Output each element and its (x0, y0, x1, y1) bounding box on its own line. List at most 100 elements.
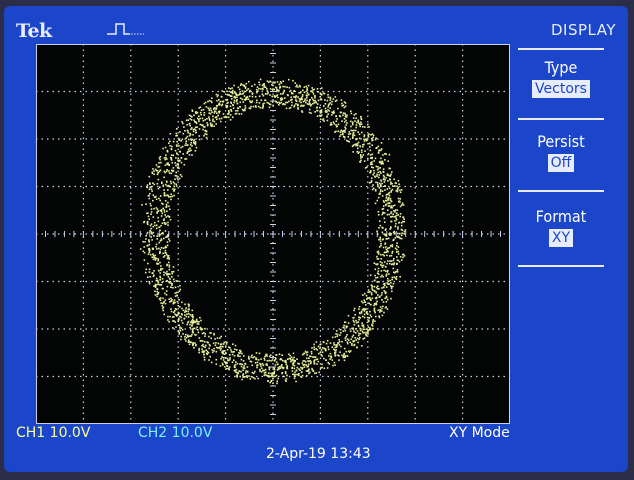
trace-dot (154, 196, 157, 198)
trace-dot (175, 164, 177, 167)
trace-dot (233, 359, 235, 361)
trace-dot (358, 306, 361, 308)
trace-dot (159, 158, 161, 161)
menu-item-label: Format (535, 207, 587, 226)
trace-dot (212, 115, 214, 118)
trace-dot (389, 245, 392, 247)
trace-dot (358, 338, 360, 341)
trace-dot (258, 95, 261, 98)
trace-dot (397, 253, 400, 255)
trace-dot (350, 129, 353, 132)
trace-dot (180, 161, 183, 164)
trace-dot (157, 178, 160, 181)
trace-dot (334, 96, 337, 98)
menu-item-format[interactable]: Format XY (518, 207, 604, 247)
trace-dot (377, 309, 380, 311)
trace-dot (335, 120, 338, 122)
trace-dot (226, 341, 228, 344)
trace-dot (303, 86, 306, 88)
trace-dot (228, 87, 230, 89)
trace-dot (373, 304, 375, 307)
trace-dot (381, 231, 384, 234)
trace-dot (191, 127, 193, 129)
trace-dot (153, 256, 155, 259)
trace-dot (152, 168, 154, 170)
trace-dot (355, 332, 357, 334)
trace-dot (327, 106, 329, 108)
trace-dot (226, 348, 229, 351)
trace-dot (251, 85, 253, 87)
trace-dot (315, 372, 318, 374)
trace-dot (220, 343, 222, 345)
trace-dot (187, 119, 189, 121)
trace-dot (290, 360, 292, 363)
trace-dot (180, 140, 182, 142)
trace-dot (177, 178, 179, 181)
menu-item-type[interactable]: Type Vectors (518, 58, 604, 98)
trace-dot (363, 135, 365, 138)
trace-dot (377, 252, 380, 254)
trace-dot (241, 352, 243, 355)
trace-dot (361, 131, 363, 134)
menu-divider (518, 190, 604, 192)
trace-dot (355, 339, 357, 341)
trace-dot (271, 95, 273, 98)
trace-dot (367, 123, 369, 126)
trace-dot (326, 99, 329, 102)
trace-dot (389, 202, 391, 205)
trace-dot (185, 340, 187, 342)
trace-dot (166, 257, 169, 259)
trace-dot (175, 157, 177, 159)
trace-dot (147, 212, 149, 214)
trace-dot (347, 342, 349, 345)
trace-dot (219, 110, 221, 113)
trace-dot (316, 109, 319, 112)
trace-dot (171, 195, 174, 198)
trace-dot (377, 145, 380, 148)
trace-dot (210, 100, 212, 103)
menu-divider (518, 48, 604, 50)
trace-dot (244, 105, 247, 107)
trace-dot (376, 281, 378, 283)
trace-dot (392, 267, 395, 270)
trace-dot (256, 364, 259, 366)
trace-dot (324, 99, 326, 101)
trace-dot (394, 237, 397, 239)
trace-dot (392, 213, 394, 215)
trace-dot (372, 166, 374, 169)
trace-dot (310, 362, 312, 365)
trace-dot (401, 229, 404, 231)
trace-dot (333, 112, 335, 114)
trace-dot (303, 360, 306, 362)
trace-dot (208, 359, 210, 361)
trace-dot (320, 98, 323, 101)
trace-dot (230, 102, 233, 105)
trace-dot (285, 361, 287, 364)
trace-dot (144, 241, 146, 243)
trace-dot (263, 86, 265, 88)
trace-dot (404, 229, 407, 231)
trace-dot (192, 134, 194, 136)
trace-dot (259, 78, 262, 81)
trace-dot (168, 170, 170, 172)
menu-item-persist[interactable]: Persist Off (518, 132, 604, 172)
trace-dot (382, 174, 385, 177)
trace-dot (167, 235, 169, 238)
trace-dot (395, 251, 398, 253)
trace-dot (257, 377, 259, 380)
trace-dot (353, 143, 356, 146)
trace-dot (177, 330, 180, 333)
trace-dot (210, 337, 212, 340)
trace-dot (360, 157, 362, 159)
trace-dot (286, 365, 289, 367)
trace-dot (164, 255, 166, 257)
trace-dot (302, 89, 304, 92)
trace-dot (255, 357, 257, 359)
trace-dot (220, 104, 223, 107)
trace-dot (335, 344, 337, 346)
trace-dot (237, 86, 240, 89)
trace-dot (229, 108, 232, 111)
trace-dot (396, 263, 398, 265)
trace-dot (327, 94, 329, 96)
trace-dot (203, 359, 206, 361)
